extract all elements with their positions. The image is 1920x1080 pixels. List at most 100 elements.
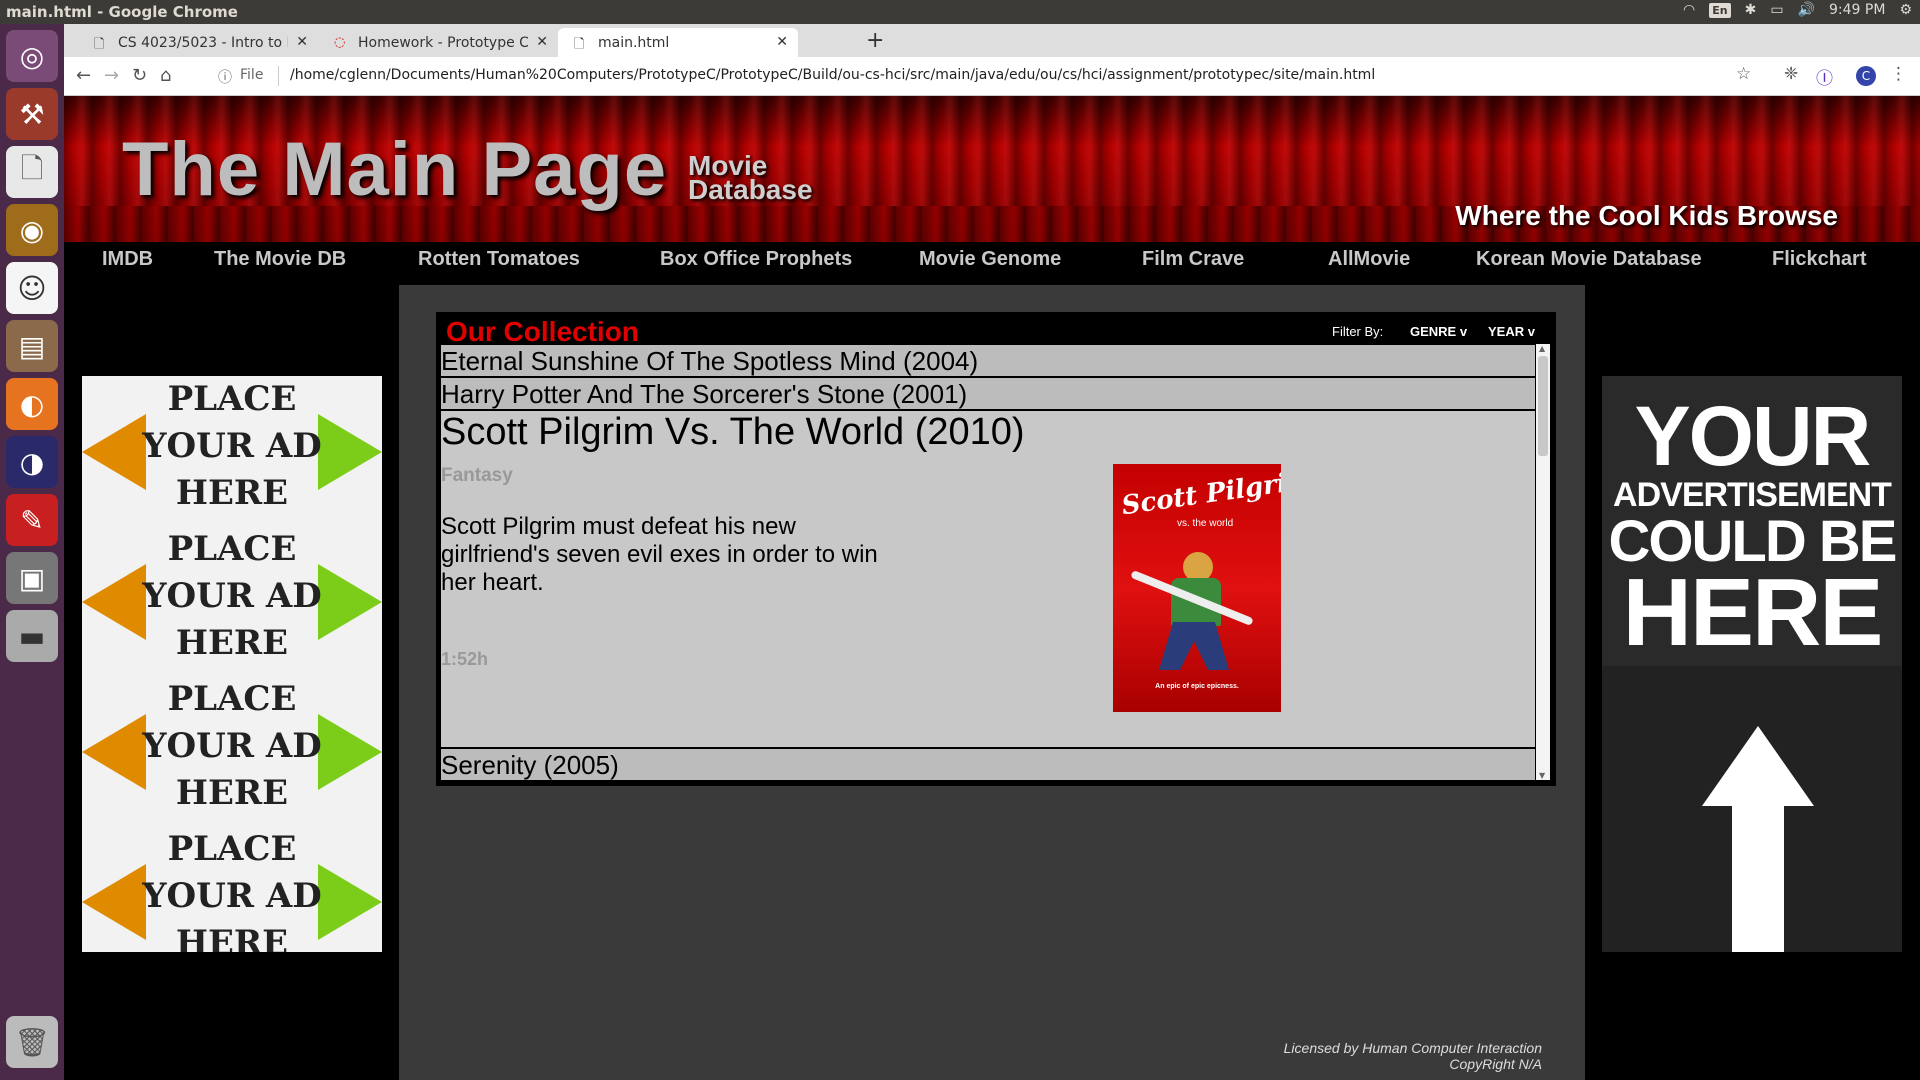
collection-scrollbar[interactable]: ▲ ▼ <box>1536 344 1550 780</box>
tab-homework[interactable]: ◌ Homework - Prototype C ✕ <box>318 28 558 57</box>
system-tray: ◠ En ✱ ▭ 🔊 9:49 PM ⚙ <box>1683 2 1912 18</box>
ad-text: YOUR AD <box>142 426 322 466</box>
year-filter-dropdown[interactable]: YEAR v <box>1488 324 1535 339</box>
ad-text-panel: YOUR ADVERTISEMENT COULD BE HERE <box>1602 376 1902 666</box>
menu-dots-icon[interactable]: ⋮ <box>1890 64 1907 84</box>
movie-description: Scott Pilgrim must defeat his new girlfr… <box>441 513 878 596</box>
close-icon[interactable]: ✕ <box>536 34 548 50</box>
movie-row-eternal-sunshine[interactable]: Eternal Sunshine Of The Spotless Mind (2… <box>440 344 1536 377</box>
movie-row-harry-potter[interactable]: Harry Potter And The Sorcerer's Stone (2… <box>440 377 1536 410</box>
battery-icon[interactable]: ▭ <box>1770 2 1783 18</box>
page-icon: 🗋 <box>574 37 585 52</box>
site-title: The Main Page <box>122 127 668 212</box>
collection-panel: Our Collection Filter By: GENRE v YEAR v… <box>436 312 1556 786</box>
close-icon[interactable]: ✕ <box>296 34 308 50</box>
reload-icon[interactable]: ↻ <box>132 65 147 86</box>
movie-title: Eternal Sunshine Of The Spotless Mind (2… <box>441 346 979 376</box>
footer-copyright: CopyRight N/A <box>1449 1056 1542 1072</box>
right-advertisement[interactable]: YOUR ADVERTISEMENT COULD BE HERE <box>1602 376 1902 952</box>
scroll-down-icon[interactable]: ▼ <box>1539 771 1545 780</box>
new-tab-button[interactable]: + <box>866 28 884 53</box>
extension-info-icon[interactable]: Ⓘ <box>1816 64 1833 89</box>
site-footer: Licensed by Human Computer Interaction C… <box>1284 1040 1542 1072</box>
tab-intro[interactable]: 🗋 CS 4023/5023 - Intro to Int ✕ <box>78 28 318 57</box>
ubuntu-logo-icon[interactable]: ◎ <box>6 30 58 82</box>
pdf-viewer-icon[interactable]: ✎ <box>6 494 58 546</box>
smiley-icon[interactable]: ☺ <box>6 262 58 314</box>
site-nav: IMDB The Movie DB Rotten Tomatoes Box Of… <box>64 242 1920 280</box>
extension-puzzle-icon[interactable]: ❈ <box>1784 64 1798 84</box>
volume-icon[interactable]: 🔊 <box>1798 2 1815 18</box>
poster-subtitle: vs. the world <box>1177 518 1234 529</box>
info-icon[interactable]: ⓘ <box>218 67 232 87</box>
keyboard-layout-indicator[interactable]: En <box>1709 2 1731 18</box>
settings-tool-icon[interactable]: ⚒ <box>6 88 58 140</box>
trash-icon[interactable]: 🗑 <box>6 1016 58 1068</box>
forward-icon[interactable]: → <box>104 65 119 86</box>
ad-block: PLACE YOUR AD HERE <box>82 826 382 952</box>
nav-korean-movie-database[interactable]: Korean Movie Database <box>1476 248 1702 271</box>
genre-filter-dropdown[interactable]: GENRE v <box>1410 324 1467 339</box>
firefox-icon[interactable]: ◐ <box>6 378 58 430</box>
eclipse-icon[interactable]: ◑ <box>6 436 58 488</box>
nav-the-movie-db[interactable]: The Movie DB <box>214 248 346 271</box>
ad-block: PLACE YOUR AD HERE <box>82 526 382 676</box>
ad-text: HERE <box>175 473 289 513</box>
file-manager-icon[interactable]: ▤ <box>6 320 58 372</box>
site-tagline: Where the Cool Kids Browse <box>1455 200 1838 231</box>
scrollbar-thumb[interactable] <box>1538 356 1548 456</box>
bluetooth-icon[interactable]: ✱ <box>1745 2 1757 18</box>
site-subtitle-database: Database <box>688 174 813 205</box>
url-text[interactable]: /home/cglenn/Documents/Human%20Computers… <box>290 67 1375 83</box>
footer-license: Licensed by Human Computer Interaction <box>1283 1040 1542 1056</box>
home-icon[interactable]: ⌂ <box>160 65 171 86</box>
ad-text: YOUR AD <box>142 576 322 616</box>
tab-main-html[interactable]: 🗋 main.html ✕ <box>558 28 798 57</box>
wifi-icon[interactable]: ◠ <box>1683 2 1695 18</box>
up-arrow-shaft <box>1732 804 1784 952</box>
movie-title: Scott Pilgrim Vs. The World (2010) <box>441 411 1025 453</box>
nav-box-office-prophets[interactable]: Box Office Prophets <box>660 248 852 271</box>
ad-block: PLACE YOUR AD HERE <box>82 376 382 526</box>
chrome-icon[interactable]: ◉ <box>6 204 58 256</box>
nav-flickchart[interactable]: Flickchart <box>1772 248 1866 271</box>
ad-text: HERE <box>175 773 289 813</box>
ad-text: YOUR AD <box>142 876 322 916</box>
ad-text: PLACE <box>167 379 297 419</box>
movie-poster: Scott Pilgrim vs. the world An epic of e… <box>1113 464 1281 712</box>
ad-text: HERE <box>175 923 289 952</box>
ad-text: YOUR AD <box>142 726 322 766</box>
movie-row-serenity[interactable]: Serenity (2005) <box>440 748 1536 781</box>
back-icon[interactable]: ← <box>76 65 91 86</box>
scroll-up-icon[interactable]: ▲ <box>1539 344 1545 353</box>
tab-label: Homework - Prototype C <box>358 35 528 51</box>
profile-avatar[interactable]: C <box>1856 66 1876 86</box>
nav-allmovie[interactable]: AllMovie <box>1328 248 1410 271</box>
nav-imdb[interactable]: IMDB <box>102 248 153 271</box>
close-icon[interactable]: ✕ <box>776 34 788 50</box>
divider <box>278 66 279 86</box>
site-banner: The Main Page Movie Database Where the C… <box>64 96 1920 242</box>
ad-text: YOUR <box>1634 389 1872 483</box>
ad-text: PLACE <box>167 679 297 719</box>
movie-row-scott-pilgrim[interactable]: Scott Pilgrim Vs. The World (2010) Fanta… <box>440 410 1536 748</box>
text-editor-icon[interactable]: 🗋 <box>6 146 58 198</box>
nav-film-crave[interactable]: Film Crave <box>1142 248 1244 271</box>
nav-rotten-tomatoes[interactable]: Rotten Tomatoes <box>418 248 580 271</box>
camera-icon[interactable]: ▣ <box>6 552 58 604</box>
bookmark-star-icon[interactable]: ☆ <box>1736 64 1751 84</box>
clock[interactable]: 9:49 PM <box>1829 2 1885 18</box>
browser-toolbar: ← → ↻ ⌂ ⓘ File /home/cglenn/Documents/Hu… <box>64 57 1920 96</box>
movie-genre: Fantasy <box>441 465 513 486</box>
ad-block: PLACE YOUR AD HERE <box>82 676 382 826</box>
web-page: The Main Page Movie Database Where the C… <box>64 96 1920 1080</box>
nav-movie-genome[interactable]: Movie Genome <box>919 248 1061 271</box>
movie-title: Serenity (2005) <box>441 750 619 780</box>
poster-figure <box>1159 622 1229 670</box>
gear-icon[interactable]: ⚙ <box>1899 2 1912 18</box>
disk-icon[interactable]: ▬ <box>6 610 58 662</box>
os-top-panel: main.html - Google Chrome ◠ En ✱ ▭ 🔊 9:4… <box>0 0 1920 24</box>
address-bar[interactable]: ⓘ File /home/cglenn/Documents/Human%20Co… <box>204 60 1824 92</box>
page-icon: 🗋 <box>94 37 105 52</box>
left-advertisement[interactable]: PLACE YOUR AD HERE PLACE YOUR AD HERE PL… <box>82 376 382 952</box>
